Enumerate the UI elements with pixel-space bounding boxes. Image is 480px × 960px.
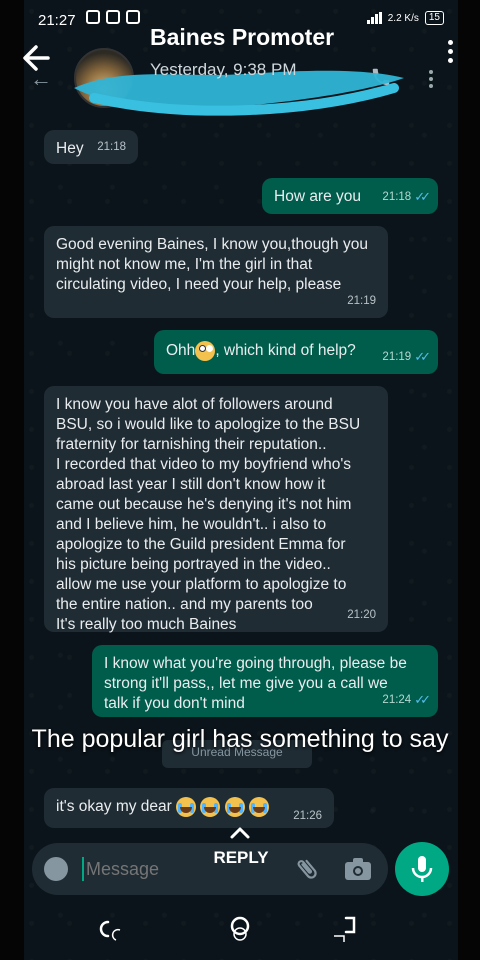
battery-icon: 15 [424,11,444,25]
message-text: Ohh [166,342,196,360]
notification-icons [86,10,140,24]
recent-apps-icon[interactable] [94,914,124,944]
attach-icon[interactable] [294,855,320,883]
battery-level: 15 [428,12,440,23]
read-ticks-icon: ✓✓ [414,189,431,204]
photo-edge-right [458,0,480,960]
message-bubble-in[interactable]: Hey 21:18 [44,130,138,164]
message-text: I know what you're going through, please… [104,655,407,712]
read-ticks-icon: ✓✓ [414,692,431,707]
chevron-up-icon[interactable] [228,824,252,840]
back-arrow-dim-icon: ← [30,66,52,91]
message-text: Good evening Baines, I know you,though y… [56,236,368,293]
gallery-icon [106,10,120,24]
message-bubble-out[interactable]: Ohh , which kind of help? 21:19 ✓✓ [154,330,438,374]
camera-icon[interactable] [344,857,372,881]
status-time: 21:27 [38,12,76,29]
crying-emoji-icons [176,797,270,817]
system-nav-bar [0,900,480,960]
photo-edge-left [0,0,24,960]
crying-emoji-icon [176,797,197,817]
more-vert-icon[interactable] [446,40,454,68]
contact-name[interactable]: Baines Promoter [150,24,334,51]
message-bubble-out[interactable]: I know what you're going through, please… [92,645,438,717]
read-ticks-icon: ✓✓ [414,349,431,364]
message-time: 21:19 ✓✓ [382,347,431,367]
message-time: 21:19 [347,295,376,307]
notification-icon [86,10,100,24]
mic-icon [411,856,433,882]
crying-emoji-icon [200,797,221,817]
message-time: 21:20 [347,609,376,621]
youtube-icon [126,10,140,24]
overlay-caption: The popular girl has something to say [31,725,449,753]
nav-back-icon[interactable] [330,914,360,944]
message-time: 21:24 ✓✓ [382,690,431,710]
message-bubble-in[interactable]: it's okay my dear 21:26 [44,788,334,828]
message-text: it's okay my dear [56,798,172,816]
eye-roll-emoji-icon [195,341,216,361]
last-seen: Yesterday, 9:38 PM [150,60,297,79]
message-time: 21:18 [97,141,126,153]
message-text: Hey [56,140,84,157]
message-bubble-in[interactable]: Good evening Baines, I know you,though y… [44,226,388,318]
home-icon[interactable] [225,914,255,944]
message-time: 21:26 [293,810,322,822]
message-time: 21:18 ✓✓ [382,187,431,207]
message-text: How are you [274,188,362,205]
chat-header: ← Baines Promoter Yesterday, 9:38 PM [0,24,480,116]
message-bubble-out[interactable]: How are you 21:18 ✓✓ [262,178,438,214]
reply-button[interactable]: REPLY [196,848,286,868]
network-speed: 2.2 K/s [387,12,419,24]
crying-emoji-icon [249,797,270,817]
message-bubble-in[interactable]: I know you have alot of followers around… [44,386,388,633]
signal-icon [366,12,382,24]
message-text: I know you have alot of followers around… [56,396,361,633]
message-text-cont: , which kind of help? [215,342,356,360]
system-icons: 2.2 K/s 15 [366,11,444,25]
mic-button[interactable] [395,842,449,896]
crying-emoji-icon [224,797,245,817]
emoji-icon[interactable] [44,857,68,881]
redaction-scribble [74,70,404,116]
